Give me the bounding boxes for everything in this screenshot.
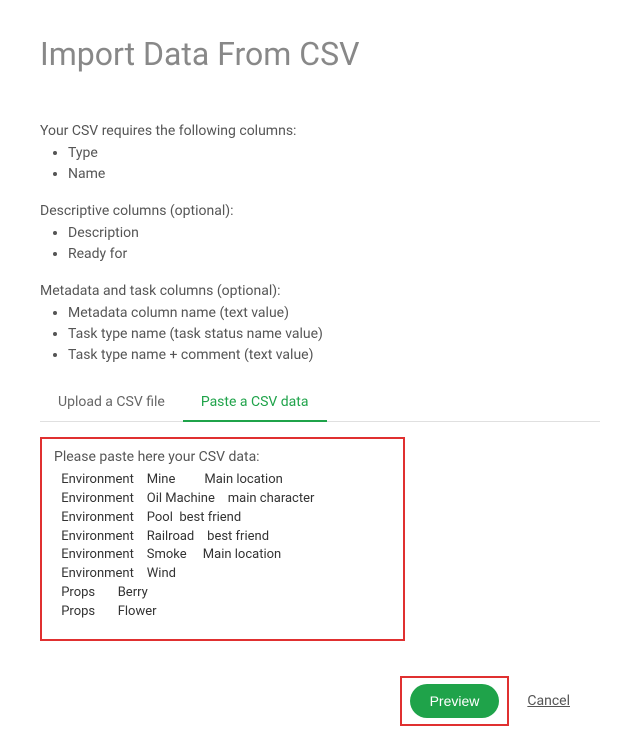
csv-textarea[interactable] (54, 471, 391, 621)
preview-highlight: Preview (400, 676, 510, 726)
list-item: Description (68, 223, 600, 244)
cancel-link[interactable]: Cancel (527, 693, 570, 709)
preview-button[interactable]: Preview (410, 684, 500, 718)
metadata-columns-intro: Metadata and task columns (optional): (40, 283, 600, 299)
list-item: Name (68, 164, 600, 185)
descriptive-columns-intro: Descriptive columns (optional): (40, 203, 600, 219)
paste-label: Please paste here your CSV data: (54, 449, 391, 465)
list-item: Type (68, 143, 600, 164)
descriptive-columns-list: Description Ready for (40, 223, 600, 265)
required-columns-list: Type Name (40, 143, 600, 185)
metadata-columns-list: Metadata column name (text value) Task t… (40, 303, 600, 366)
paste-area-highlight: Please paste here your CSV data: (40, 437, 405, 641)
list-item: Ready for (68, 244, 600, 265)
list-item: Task type name + comment (text value) (68, 345, 600, 366)
tabs-container: Upload a CSV file Paste a CSV data (40, 384, 600, 422)
tab-paste[interactable]: Paste a CSV data (183, 384, 327, 422)
list-item: Metadata column name (text value) (68, 303, 600, 324)
actions-row: Preview Cancel (40, 676, 600, 726)
list-item: Task type name (task status name value) (68, 324, 600, 345)
page-title: Import Data From CSV (40, 35, 600, 73)
tab-upload[interactable]: Upload a CSV file (40, 384, 183, 422)
required-columns-intro: Your CSV requires the following columns: (40, 123, 600, 139)
